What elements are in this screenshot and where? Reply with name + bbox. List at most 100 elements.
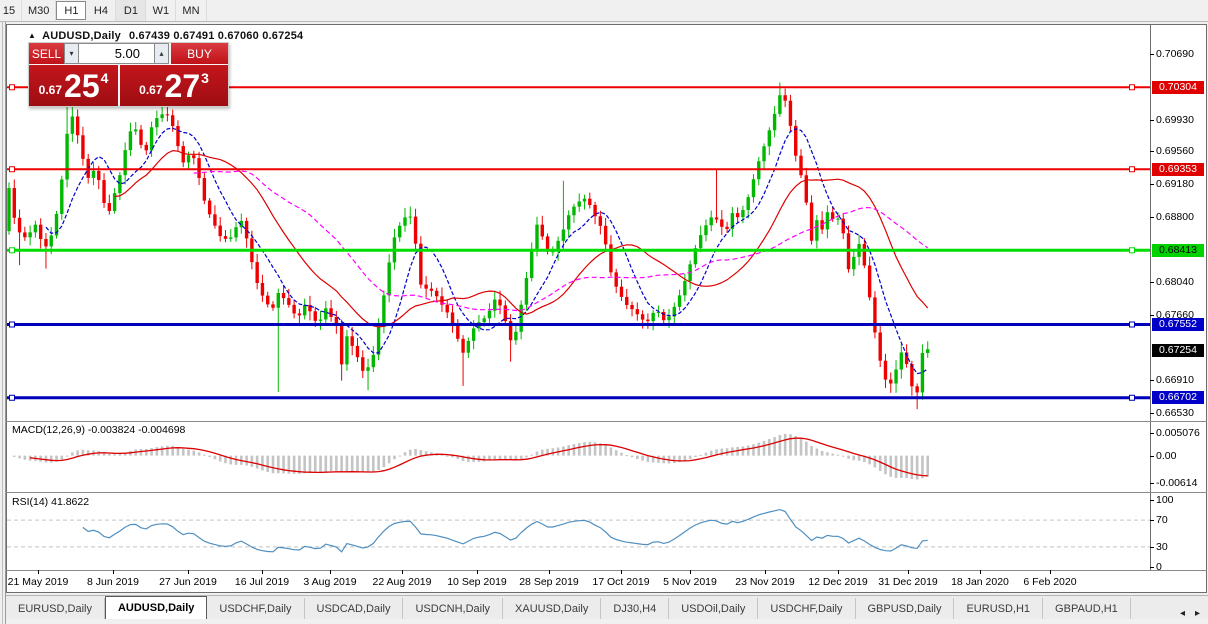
candle-body (926, 349, 930, 353)
candle-body (107, 203, 112, 211)
time-axis-label: 22 Aug 2019 (372, 576, 432, 588)
candle-body (894, 369, 898, 384)
hline-handle[interactable] (9, 84, 15, 91)
chart-tab-gbpaud-h1[interactable]: GBPAUD,H1 (1043, 598, 1131, 619)
time-axis-tick (188, 570, 189, 574)
candle-body (809, 202, 814, 241)
price-axis-tick (1150, 54, 1154, 55)
time-axis-tick (621, 570, 622, 574)
chart-tab-dj30-h4[interactable]: DJ30,H4 (601, 598, 670, 619)
candle-body (123, 150, 127, 176)
macd-bar (762, 440, 766, 456)
sell-price-main: 25 (64, 67, 100, 104)
candle-body (651, 312, 655, 322)
price-level-badge: 0.66702 (1152, 391, 1204, 404)
macd-bar (620, 452, 623, 456)
candle-body (339, 326, 344, 365)
chart-tab-usdcnh-daily[interactable]: USDCNH,Daily (403, 598, 504, 619)
candle-body (677, 295, 682, 307)
hline-handle[interactable] (9, 247, 15, 254)
sell-price-button[interactable]: 0.67 25 4 (29, 65, 119, 106)
collapse-panel-icon[interactable]: ▲ (28, 31, 36, 40)
volume-decrease-button[interactable]: ▾ (64, 43, 79, 64)
macd-bar (361, 455, 365, 473)
candle-body (456, 325, 460, 339)
candle-body (709, 217, 713, 226)
macd-bar (197, 452, 201, 456)
candle-body (873, 297, 877, 333)
chart-tab-usdoil-daily[interactable]: USDOil,Daily (669, 598, 759, 619)
macd-bar (704, 452, 708, 456)
chart-tab-gbpusd-daily[interactable]: GBPUSD,Daily (856, 598, 955, 619)
macd-bar (794, 436, 798, 456)
buy-price-prefix: 0.67 (139, 82, 163, 97)
candle-body (292, 304, 296, 314)
candle-body (361, 357, 365, 371)
hline-handle[interactable] (1129, 166, 1135, 173)
time-axis-label: 17 Oct 2019 (592, 576, 650, 588)
macd-bar (139, 449, 143, 456)
candle-body (619, 286, 624, 297)
chart-tab-eurusd-daily[interactable]: EURUSD,Daily (6, 598, 105, 619)
candle-body (635, 309, 640, 315)
macd-bar (166, 445, 169, 456)
sell-button[interactable]: SELL (29, 43, 64, 64)
candle-body (97, 170, 101, 181)
candle-body (466, 340, 471, 353)
macd-bar (535, 451, 539, 456)
macd-bar (377, 455, 380, 470)
candle-body (646, 319, 650, 322)
tab-scroll-right-icon[interactable]: ▸ (1195, 608, 1200, 619)
macd-bar (699, 454, 702, 456)
buy-price-button[interactable]: 0.67 27 3 (120, 65, 228, 106)
candle-body (778, 95, 782, 114)
macd-bar (847, 455, 850, 459)
time-axis-label: 23 Nov 2019 (735, 576, 795, 588)
price-axis-label: 0.66530 (1156, 407, 1194, 419)
hline-handle[interactable] (1129, 394, 1135, 401)
hline-handle[interactable] (9, 321, 15, 328)
buy-price-pip: 3 (201, 69, 209, 86)
candle-body (788, 100, 793, 126)
candle-body (207, 200, 212, 215)
macd-bar (113, 454, 116, 456)
chart-tab-usdcad-daily[interactable]: USDCAD,Daily (305, 598, 404, 619)
rsi-axis-tick (1150, 547, 1154, 548)
hline-handle[interactable] (1129, 321, 1135, 328)
candle-body (683, 280, 687, 296)
price-axis-tick (1150, 184, 1154, 185)
macd-bar (799, 438, 803, 456)
chart-tab-usdchf-daily[interactable]: USDCHF,Daily (207, 598, 305, 619)
sell-price-prefix: 0.67 (38, 82, 63, 97)
candle-body (23, 232, 27, 238)
chart-tab-eurusd-h1[interactable]: EURUSD,H1 (954, 598, 1044, 619)
macd-bar (229, 455, 233, 465)
volume-increase-button[interactable]: ▴ (154, 43, 169, 64)
chart-tab-xauusd-daily[interactable]: XAUUSD,Daily (503, 598, 602, 619)
chart-tab-usdchf-daily[interactable]: USDCHF,Daily (758, 598, 856, 619)
hline-handle[interactable] (9, 394, 15, 401)
time-axis-tick (908, 570, 909, 574)
volume-input[interactable]: 5.00 (79, 43, 154, 64)
candle-body (704, 225, 708, 236)
chart-ohlc-values: 0.67439 0.67491 0.67060 0.67254 (128, 30, 304, 42)
candle-body (139, 129, 143, 145)
time-axis-label: 21 May 2019 (7, 576, 69, 588)
candle-body (698, 235, 703, 249)
macd-bar (271, 455, 275, 474)
candle-body (255, 262, 259, 283)
price-axis-label: 0.68800 (1156, 211, 1194, 223)
candle-body (725, 226, 729, 229)
candle-body (366, 367, 370, 371)
hline-handle[interactable] (1129, 247, 1135, 254)
macd-bar (857, 455, 861, 461)
hline-handle[interactable] (1129, 84, 1135, 91)
chart-tab-audusd-daily[interactable]: AUDUSD,Daily (104, 596, 208, 619)
macd-bar (672, 455, 676, 464)
macd-bar (657, 455, 660, 463)
candle-body (878, 332, 882, 361)
buy-button[interactable]: BUY (171, 43, 228, 64)
hline-handle[interactable] (9, 166, 15, 173)
tab-scroll-left-icon[interactable]: ◂ (1180, 608, 1185, 619)
time-axis-label: 27 Jun 2019 (159, 576, 217, 588)
